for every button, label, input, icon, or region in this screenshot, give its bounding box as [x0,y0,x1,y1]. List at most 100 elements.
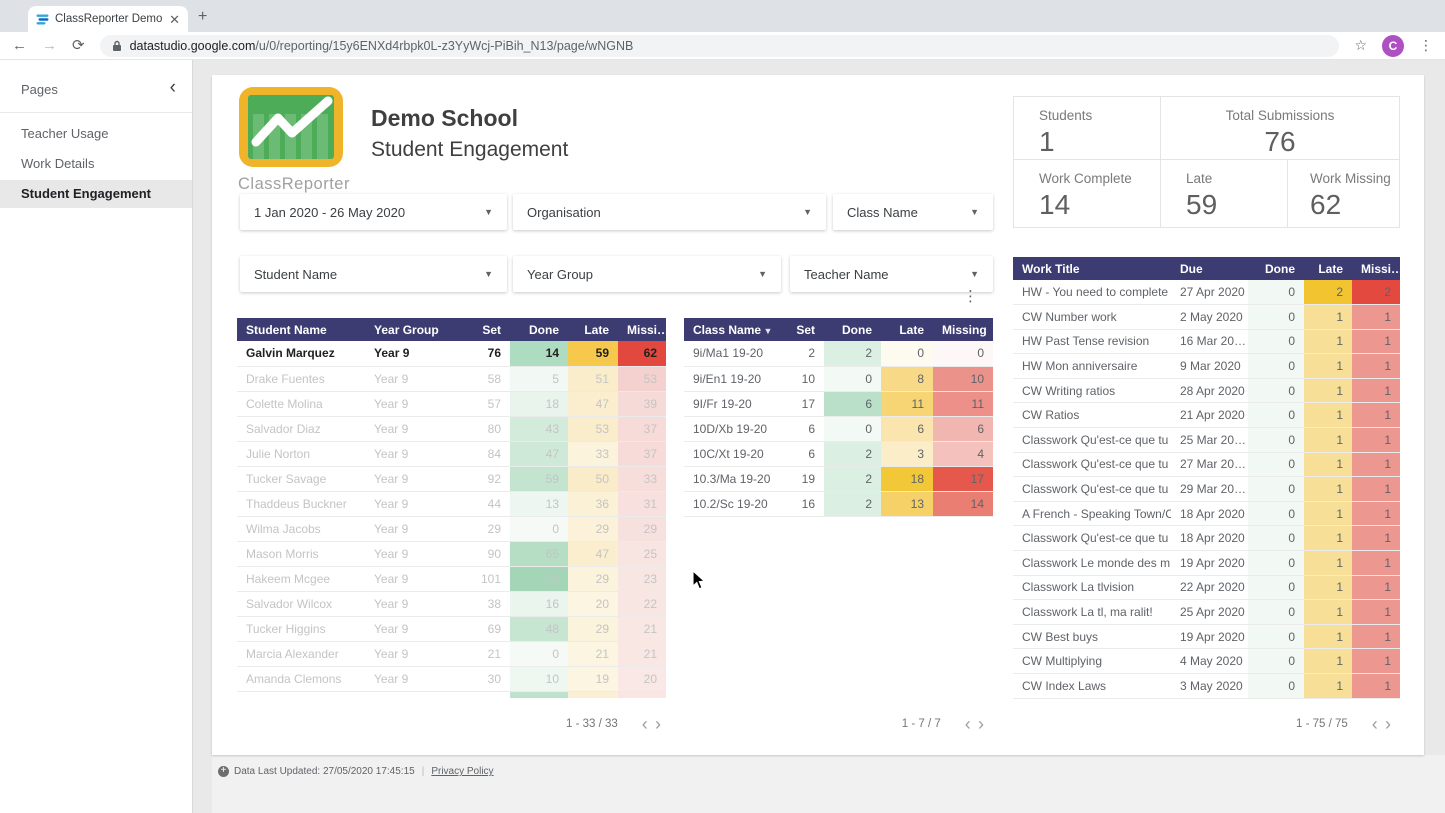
table-row[interactable]: 9I/Fr 19-201761111 [684,391,993,416]
column-header[interactable]: Late [568,318,618,341]
cell: 10.2/Sc 19-20 [684,491,784,516]
column-header[interactable]: Done [510,318,568,341]
table-row[interactable]: Classwork Qu'est-ce que tu …29 Mar 20…01… [1013,477,1400,502]
table-row[interactable]: Thaddeus BucknerYear 944133631 [237,491,666,516]
table-row[interactable]: CW Best buys19 Apr 2020011 [1013,624,1400,649]
filter-date-range[interactable]: 1 Jan 2020 - 26 May 2020▼ [240,194,507,230]
back-icon[interactable]: ← [12,38,27,53]
sidebar-item-student-engagement[interactable]: Student Engagement [0,180,192,208]
cell: 0 [1248,575,1304,600]
column-header[interactable]: Class Name ▼ [684,318,784,341]
filter-organisation[interactable]: Organisation▼ [513,194,826,230]
reload-icon[interactable]: ⟳ [72,38,85,53]
table-row[interactable]: Colette MolinaYear 957184739 [237,391,666,416]
table-row[interactable]: CW Writing ratios28 Apr 2020011 [1013,378,1400,403]
table-row[interactable]: CW Multiplying4 May 2020011 [1013,649,1400,674]
school-name: Demo School [371,105,568,132]
table-row[interactable]: Salvador DiazYear 980435337 [237,416,666,441]
table-row[interactable]: Salvador WilcoxYear 938162022 [237,591,666,616]
table-row[interactable]: Hakeem McgeeYear 9101782923 [237,566,666,591]
cell: Drake Fuentes [237,366,365,391]
column-header[interactable]: Work Title [1013,257,1171,280]
cell [618,691,666,698]
prev-page-icon[interactable]: ‹ [1372,714,1378,734]
cell: 21 [568,641,618,666]
table-row[interactable]: 10.2/Sc 19-201621314 [684,491,993,516]
next-page-icon[interactable]: › [655,714,661,734]
table-row[interactable]: Amanda ClemonsYear 930101920 [237,666,666,691]
bookmark-star-icon[interactable]: ☆ [1354,37,1367,54]
prev-page-icon[interactable]: ‹ [642,714,648,734]
column-header[interactable]: Missi… [618,318,666,341]
chevron-down-icon: ▼ [484,207,493,217]
table-row[interactable]: Mason MorrisYear 990654725 [237,541,666,566]
table-row[interactable]: CW Index Laws3 May 2020011 [1013,674,1400,699]
table-row[interactable]: 9i/En1 19-20100810 [684,366,993,391]
table-row[interactable]: 9i/Ma1 19-202200 [684,341,993,366]
cell: Classwork La tl, ma ralit! [1013,600,1171,625]
table-row[interactable]: Classwork Qu'est-ce que tu …27 Mar 20…01… [1013,452,1400,477]
column-header[interactable]: Set [460,318,510,341]
table-row[interactable]: Drake FuentesYear 95855153 [237,366,666,391]
cell: 1 [1352,452,1400,477]
table-row[interactable]: A French - Speaking Town/C…18 Apr 202001… [1013,501,1400,526]
next-page-icon[interactable]: › [978,714,984,734]
prev-page-icon[interactable]: ‹ [965,714,971,734]
sidebar-item-work-details[interactable]: Work Details [0,150,192,178]
table-row[interactable]: Julie NortonYear 984473337 [237,441,666,466]
column-header[interactable]: Due [1171,257,1248,280]
report-area: ClassReporter Demo School Student Engage… [194,60,1445,813]
column-header[interactable]: Missing [933,318,993,341]
cell: 59 [568,341,618,366]
table-row[interactable]: Tucker SavageYear 992595033 [237,466,666,491]
column-header[interactable]: Done [1248,257,1304,280]
pages-sidebar: Pages ‹ Teacher Usage Work Details Stude… [0,60,193,813]
chevron-down-icon: ▼ [970,207,979,217]
profile-avatar[interactable]: C [1382,35,1404,57]
table-row[interactable]: 10C/Xt 19-206234 [684,441,993,466]
new-tab-button[interactable]: + [198,8,207,26]
table-row[interactable]: 10D/Xb 19-206066 [684,416,993,441]
chart-options-icon[interactable]: ⋮ [963,287,978,305]
cell: 16 [510,591,568,616]
column-header[interactable]: Late [1304,257,1352,280]
cell: 2 [824,341,881,366]
address-bar[interactable]: datastudio.google.com/u/0/reporting/15y6… [100,35,1340,57]
privacy-policy-link[interactable]: Privacy Policy [431,766,493,777]
filter-student-name[interactable]: Student Name▼ [240,256,507,292]
cell: 1 [1352,403,1400,428]
table-row[interactable]: Classwork La tlvision22 Apr 2020011 [1013,575,1400,600]
tab-close-icon[interactable]: ✕ [169,13,180,26]
table-row[interactable]: Classwork Qu'est-ce que tu …25 Mar 20…01… [1013,428,1400,453]
next-page-icon[interactable]: › [1385,714,1391,734]
browser-menu-icon[interactable]: ⋮ [1419,37,1433,54]
table-row[interactable]: HW Mon anniversaire9 Mar 2020011 [1013,354,1400,379]
cell: 9I/Fr 19-20 [684,391,784,416]
table-row[interactable]: HW Past Tense revision16 Mar 20…011 [1013,329,1400,354]
column-header[interactable]: Year Group [365,318,460,341]
column-header[interactable]: Late [881,318,933,341]
filter-class-name[interactable]: Class Name▼ [833,194,993,230]
filter-year-group[interactable]: Year Group▼ [513,256,781,292]
table-row[interactable]: CW Ratios21 Apr 2020011 [1013,403,1400,428]
sidebar-item-teacher-usage[interactable]: Teacher Usage [0,120,192,148]
table-row[interactable]: Galvin MarquezYear 976145962 [237,341,666,366]
scorecard-total-submissions: Total Submissions 76 [1160,97,1399,159]
collapse-sidebar-icon[interactable]: ‹ [170,77,176,99]
table-row[interactable]: 10.3/Ma 19-201921817 [684,466,993,491]
browser-tab[interactable]: ClassReporter Demo [PUBLIC] ✕ [28,6,188,32]
table-row[interactable]: Classwork Le monde des m…19 Apr 2020011 [1013,551,1400,576]
table-row[interactable]: Tucker HigginsYear 969482921 [237,616,666,641]
column-header[interactable]: Missi… [1352,257,1400,280]
table-row[interactable]: Classwork Qu'est-ce que tu …18 Apr 20200… [1013,526,1400,551]
column-header[interactable]: Done [824,318,881,341]
table-row[interactable]: Marcia AlexanderYear 92102121 [237,641,666,666]
column-header[interactable]: Student Name [237,318,365,341]
table-row[interactable]: Wilma JacobsYear 92902929 [237,516,666,541]
table-row[interactable]: HW - You need to complete l…27 Apr 20200… [1013,280,1400,305]
cell [510,691,568,698]
column-header[interactable]: Set [784,318,824,341]
table-row[interactable]: Classwork La tl, ma ralit!25 Apr 2020011 [1013,600,1400,625]
table-row[interactable]: CW Number work2 May 2020011 [1013,305,1400,330]
forward-icon[interactable]: → [42,38,57,53]
